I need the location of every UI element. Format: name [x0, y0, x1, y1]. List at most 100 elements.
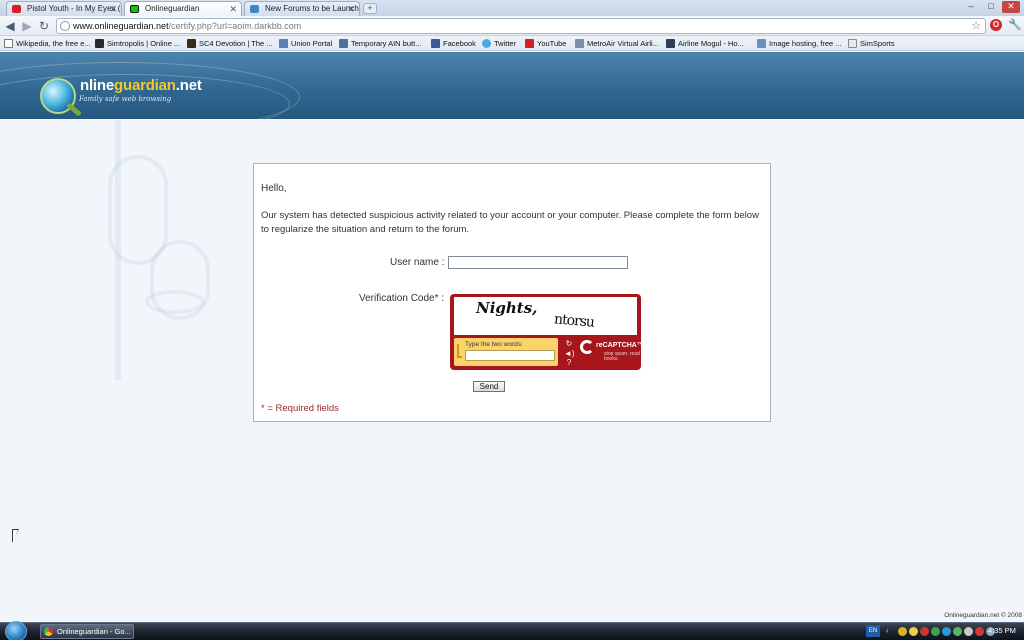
- window-controls: – □ ✕: [962, 1, 1020, 13]
- verification-code-label: Verification Code* :: [359, 293, 445, 304]
- bookmark-label: MetroAir Virtual Airli...: [587, 39, 659, 48]
- sc4devotion-icon: [187, 39, 196, 48]
- chrome-icon: [44, 627, 53, 636]
- captcha-entry-panel: Type the two words:: [454, 338, 558, 366]
- airline-mogul-icon: [666, 39, 675, 48]
- username-label: User name :: [390, 257, 445, 268]
- tab-pistol-youth[interactable]: Pistol Youth - In My Eyes (n ✕: [6, 1, 122, 16]
- simtropolis-icon: [95, 39, 104, 48]
- suspicious-activity-message: Our system has detected suspicious activ…: [261, 210, 759, 235]
- bookmark-image-hosting[interactable]: Image hosting, free ...: [757, 37, 842, 50]
- taskbar-clock[interactable]: 4:35 PM: [988, 626, 1016, 635]
- bookmark-label: SC4 Devotion | The ...: [199, 39, 273, 48]
- tray-security-icon[interactable]: [931, 627, 940, 636]
- bookmark-wikipedia[interactable]: Wikipedia, the free e...: [4, 37, 91, 50]
- background-watermark: [115, 120, 127, 380]
- metroair-icon: [575, 39, 584, 48]
- bookmark-label: Airline Mogul - Ho...: [678, 39, 744, 48]
- tray-app-icon[interactable]: [898, 627, 907, 636]
- url-path: /certify.php?url=aoim.darkbb.com: [168, 21, 302, 31]
- captcha-image: Nights, ntorsu: [454, 297, 637, 335]
- tray-network-icon[interactable]: [942, 627, 951, 636]
- help-icon[interactable]: ?: [564, 359, 574, 367]
- tray-adobe-icon[interactable]: [920, 627, 929, 636]
- bookmarks-bar: Wikipedia, the free e... Simtropolis | O…: [0, 36, 1024, 51]
- opera-icon[interactable]: O: [990, 19, 1002, 31]
- forward-icon[interactable]: ▶: [19, 18, 35, 34]
- greeting-text: Hello,: [261, 183, 287, 194]
- union-portal-icon: [279, 39, 288, 48]
- tray-update-icon[interactable]: [953, 627, 962, 636]
- bookmark-union-portal[interactable]: Union Portal: [279, 37, 332, 50]
- bookmark-label: Twitter: [494, 39, 517, 48]
- bookmark-simsports[interactable]: SimSports: [848, 37, 895, 50]
- tab-new-forums[interactable]: New Forums to be Launche ✕: [244, 1, 360, 16]
- recaptcha-brand: reCAPTCHA™: [596, 342, 644, 349]
- required-fields-note: * = Required fields: [261, 403, 339, 414]
- wrench-icon[interactable]: 🔧: [1008, 18, 1022, 31]
- new-tab-button[interactable]: +: [363, 3, 377, 14]
- tab-close-icon[interactable]: ✕: [229, 2, 237, 16]
- start-button[interactable]: [5, 621, 27, 640]
- recaptcha-tagline: stop spam. read books.: [604, 351, 640, 362]
- site-logo[interactable]: nlineguardian.net: [80, 77, 202, 94]
- bookmark-label: Union Portal: [291, 39, 333, 48]
- send-button[interactable]: Send: [473, 381, 505, 392]
- maximize-button[interactable]: □: [982, 1, 1000, 13]
- windows-taskbar: Onlineguardian - Go... EN ‹ 4:35 PM: [0, 621, 1024, 640]
- facebook-icon: [431, 39, 440, 48]
- mouse-cursor-icon: [12, 529, 19, 543]
- language-indicator[interactable]: EN: [866, 625, 880, 637]
- arrow-icon: [457, 344, 462, 358]
- reload-icon[interactable]: ↻: [36, 18, 52, 34]
- ain-icon: [339, 39, 348, 48]
- bookmark-simtropolis[interactable]: Simtropolis | Online ...: [95, 37, 180, 50]
- close-window-button[interactable]: ✕: [1002, 1, 1020, 13]
- tab-onlineguardian[interactable]: Onlineguardian ✕: [124, 1, 242, 16]
- bookmark-metroair[interactable]: MetroAir Virtual Airli...: [575, 37, 659, 50]
- recaptcha-logo-icon: [580, 340, 594, 354]
- simsports-icon: [848, 39, 857, 48]
- site-tagline: Family safe web browsing: [79, 95, 172, 103]
- taskbar-item-label: Onlineguardian - Go...: [57, 627, 131, 636]
- tab-close-icon[interactable]: ✕: [347, 2, 355, 16]
- tray-volume-icon[interactable]: [964, 627, 973, 636]
- tray-alert-icon[interactable]: [975, 627, 984, 636]
- minimize-button[interactable]: –: [962, 1, 980, 13]
- tray-shield-icon[interactable]: [909, 627, 918, 636]
- logo-suffix: .net: [175, 77, 202, 94]
- bookmark-twitter[interactable]: Twitter: [482, 37, 516, 50]
- captcha-response-input[interactable]: [465, 350, 555, 361]
- bookmark-facebook[interactable]: Facebook: [431, 37, 476, 50]
- onlineguardian-icon: [130, 5, 139, 13]
- tray-expand-icon[interactable]: ‹: [886, 627, 895, 636]
- bookmark-airline-mogul[interactable]: Airline Mogul - Ho...: [666, 37, 744, 50]
- tab-label: Pistol Youth - In My Eyes (n: [27, 4, 122, 13]
- browser-toolbar: ◀ ▶ ↻ www.onlineguardian.net/certify.php…: [0, 16, 1024, 36]
- audio-icon[interactable]: ◄): [564, 350, 575, 358]
- captcha-prompt: Type the two words:: [465, 341, 523, 348]
- site-header: nlineguardian.net Family safe web browsi…: [0, 52, 1024, 119]
- bookmark-label: Simtropolis | Online ...: [107, 39, 181, 48]
- image-hosting-icon: [757, 39, 766, 48]
- tab-close-icon[interactable]: ✕: [109, 2, 117, 16]
- bookmark-label: Wikipedia, the free e...: [16, 39, 91, 48]
- bookmark-youtube[interactable]: YouTube: [525, 37, 566, 50]
- bookmark-label: SimSports: [860, 39, 895, 48]
- wikipedia-icon: [4, 39, 13, 48]
- username-input[interactable]: [448, 256, 628, 269]
- bookmark-label: Image hosting, free ...: [769, 39, 842, 48]
- refresh-icon[interactable]: ↻: [564, 340, 574, 348]
- back-icon[interactable]: ◀: [2, 18, 18, 34]
- bookmark-label: YouTube: [537, 39, 567, 48]
- bookmark-sc4devotion[interactable]: SC4 Devotion | The ...: [187, 37, 273, 50]
- captcha-word-2: ntorsu: [553, 311, 595, 331]
- bookmark-star-icon[interactable]: ☆: [971, 19, 981, 33]
- bookmark-label: Facebook: [443, 39, 476, 48]
- certify-form: Hello, Our system has detected suspiciou…: [253, 163, 771, 422]
- taskbar-chrome-window[interactable]: Onlineguardian - Go...: [40, 624, 134, 639]
- site-footer-copyright: Onlineguardian.net © 2008: [944, 612, 1022, 619]
- address-bar[interactable]: www.onlineguardian.net/certify.php?url=a…: [56, 18, 986, 34]
- bookmark-temporary-ain[interactable]: Temporary AIN butt...: [339, 37, 421, 50]
- browser-titlebar: Pistol Youth - In My Eyes (n ✕ Onlinegua…: [0, 0, 1024, 16]
